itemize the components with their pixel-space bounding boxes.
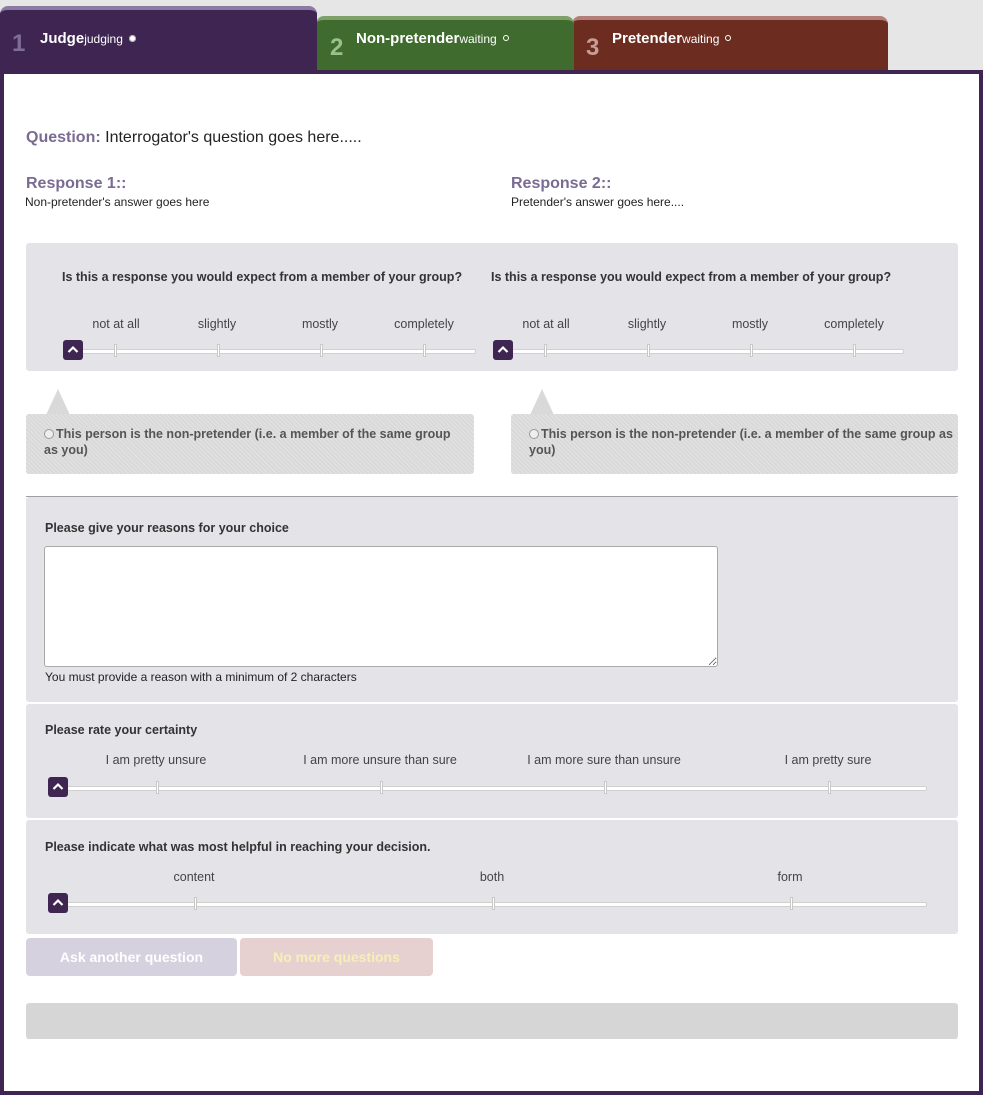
tab-number: 1 xyxy=(12,30,26,57)
response-2-text: Pretender's answer goes here.... xyxy=(511,195,685,209)
helpful-section: Please indicate what was most helpful in… xyxy=(26,820,958,934)
tab-number: 2 xyxy=(330,34,344,61)
scale-label: form xyxy=(777,870,803,884)
choice-option-1-label: This person is the non-pretender (i.e. a… xyxy=(44,427,451,457)
question-label: Question: xyxy=(26,129,101,146)
scale-label: both xyxy=(479,870,505,884)
scale-label: not at all xyxy=(92,317,140,331)
tab-status: waiting xyxy=(682,32,720,46)
reasons-helper-text: You must provide a reason with a minimum… xyxy=(45,670,357,684)
reasons-textarea[interactable] xyxy=(44,546,718,667)
chevron-up-icon xyxy=(67,345,79,353)
slider-handle[interactable] xyxy=(48,777,68,797)
expectation-question-1: Is this a response you would expect from… xyxy=(62,270,463,284)
slider-tick xyxy=(604,781,607,794)
scale-label: completely xyxy=(394,317,454,331)
scale-label: not at all xyxy=(522,317,570,331)
reasons-title: Please give your reasons for your choice xyxy=(45,521,289,535)
certainty-section: Please rate your certainty I am pretty u… xyxy=(26,704,958,818)
certainty-title: Please rate your certainty xyxy=(45,723,198,737)
hollow-dot-icon xyxy=(725,35,732,42)
bubble-pointer xyxy=(46,389,70,415)
scale-label: I am pretty sure xyxy=(784,753,872,767)
slider-tick xyxy=(217,344,220,357)
slider-tick xyxy=(380,781,383,794)
response-1-heading: Response 1:: xyxy=(26,175,127,192)
slider-tick xyxy=(647,344,650,357)
scale-label: completely xyxy=(824,317,884,331)
slider-tick xyxy=(544,344,547,357)
tab-title: Pretenderwaiting xyxy=(612,30,732,47)
reasons-section: Please give your reasons for your choice… xyxy=(26,497,958,702)
slider-tick xyxy=(790,897,793,910)
slider-tick xyxy=(194,897,197,910)
hollow-dot-icon xyxy=(502,35,509,42)
ask-another-question-button[interactable]: Ask another question xyxy=(26,938,237,976)
scale-label: mostly xyxy=(301,317,339,331)
scale-label: slightly xyxy=(197,317,237,331)
scale-label: content xyxy=(173,870,215,884)
helpful-slider[interactable] xyxy=(48,893,927,913)
tab-pretender[interactable]: 3 Pretenderwaiting xyxy=(572,16,888,70)
scale-label: I am pretty unsure xyxy=(105,753,207,767)
tab-status: waiting xyxy=(459,32,497,46)
slider-handle[interactable] xyxy=(48,893,68,913)
slider-tick xyxy=(828,781,831,794)
filled-dot-icon xyxy=(128,34,136,42)
judge-panel: Question: Interrogator's question goes h… xyxy=(0,70,983,1095)
slider-handle[interactable] xyxy=(63,340,83,360)
tab-title: Judgejudging xyxy=(40,30,136,47)
expectation-slider-1[interactable] xyxy=(63,340,476,360)
chevron-up-icon xyxy=(52,898,64,906)
response-2-heading: Response 2:: xyxy=(511,175,612,192)
tab-number: 3 xyxy=(586,34,600,61)
expectation-slider-2[interactable] xyxy=(493,340,904,360)
question-text: Interrogator's question goes here..... xyxy=(105,129,362,146)
chevron-up-icon xyxy=(52,782,64,790)
scale-label: mostly xyxy=(731,317,769,331)
expectation-question-2: Is this a response you would expect from… xyxy=(491,270,892,284)
certainty-slider[interactable] xyxy=(48,777,927,797)
tab-status: judging xyxy=(84,32,123,46)
scale-label: I am more sure than unsure xyxy=(527,753,681,767)
chevron-up-icon xyxy=(497,345,509,353)
expectation-section: Is this a response you would expect from… xyxy=(26,243,958,371)
slider-tick xyxy=(492,897,495,910)
radio-button[interactable] xyxy=(529,428,539,439)
response-1-text: Non-pretender's answer goes here xyxy=(25,195,210,209)
scale-label: I am more unsure than sure xyxy=(303,753,457,767)
tab-title: Non-pretenderwaiting xyxy=(356,30,509,47)
tab-judge[interactable]: 1 Judgejudging xyxy=(0,6,317,74)
slider-tick xyxy=(750,344,753,357)
choice-option-2[interactable]: This person is the non-pretender (i.e. a… xyxy=(511,414,958,474)
helpful-title: Please indicate what was most helpful in… xyxy=(45,840,431,854)
radio-button[interactable] xyxy=(44,428,54,439)
slider-handle[interactable] xyxy=(493,340,513,360)
scale-label: slightly xyxy=(627,317,667,331)
question: Question: Interrogator's question goes h… xyxy=(26,129,362,147)
choice-option-2-label: This person is the non-pretender (i.e. a… xyxy=(529,427,953,457)
slider-tick xyxy=(853,344,856,357)
slider-tick xyxy=(156,781,159,794)
status-bar xyxy=(26,1003,958,1039)
no-more-questions-button[interactable]: No more questions xyxy=(240,938,433,976)
bubble-pointer xyxy=(530,389,554,415)
slider-tick xyxy=(423,344,426,357)
choice-option-1[interactable]: This person is the non-pretender (i.e. a… xyxy=(26,414,474,474)
tab-non-pretender[interactable]: 2 Non-pretenderwaiting xyxy=(316,16,574,70)
slider-tick xyxy=(114,344,117,357)
slider-tick xyxy=(320,344,323,357)
